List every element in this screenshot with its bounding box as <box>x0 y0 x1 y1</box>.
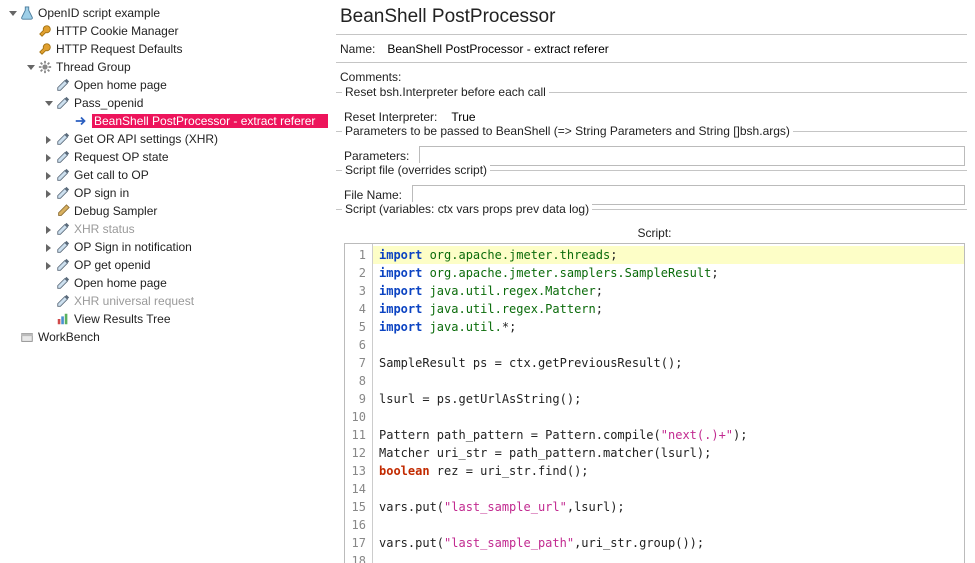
pipette-icon <box>55 77 71 93</box>
disclosure-triangle-icon <box>42 205 54 217</box>
tree-node-label: BeanShell PostProcessor - extract refere… <box>92 114 328 128</box>
comments-label: Comments: <box>340 70 401 84</box>
tree-node[interactable]: Open home page <box>2 274 328 292</box>
tree-node[interactable]: View Results Tree <box>2 310 328 328</box>
code-body[interactable]: import org.apache.jmeter.threads;import … <box>373 244 964 563</box>
panel-title: BeanShell PostProcessor <box>336 4 967 34</box>
tree-node[interactable]: XHR universal request <box>2 292 328 310</box>
disclosure-triangle-icon <box>42 313 54 325</box>
pipette-icon <box>55 239 71 255</box>
params-group-legend: Parameters to be passed to BeanShell (=>… <box>342 124 793 138</box>
file-group-legend: Script file (overrides script) <box>342 163 490 177</box>
disclosure-triangle-icon <box>6 331 18 343</box>
tree-node-label: WorkBench <box>38 330 328 344</box>
wrench-icon <box>37 41 53 57</box>
pipette-icon <box>55 293 71 309</box>
tree-node[interactable]: Get OR API settings (XHR) <box>2 130 328 148</box>
line-gutter: 123456789101112131415161718 <box>345 244 373 563</box>
test-plan-tree[interactable]: OpenID script example HTTP Cookie Manager… <box>0 0 328 563</box>
tree-node-label: XHR status <box>74 222 328 236</box>
name-input[interactable] <box>383 39 967 59</box>
box-icon <box>19 329 35 345</box>
tree-node-label: View Results Tree <box>74 312 328 326</box>
tree-node-label: Get OR API settings (XHR) <box>74 132 328 146</box>
gear-icon <box>37 59 53 75</box>
tree-node-label: HTTP Cookie Manager <box>56 24 328 38</box>
script-group-legend: Script (variables: ctx vars props prev d… <box>342 202 592 216</box>
editor-panel: BeanShell PostProcessor Name: Comments: … <box>328 0 975 563</box>
arrow-icon <box>73 113 89 129</box>
tree-node-label: Pass_openid <box>74 96 328 110</box>
script-editor[interactable]: 123456789101112131415161718 import org.a… <box>344 243 965 563</box>
disclosure-triangle-icon <box>42 295 54 307</box>
disclosure-triangle-icon <box>24 43 36 55</box>
tree-node-label: Open home page <box>74 276 328 290</box>
script-head-label: Script: <box>344 224 965 243</box>
tree-node[interactable]: Thread Group <box>2 58 328 76</box>
tree-node-label: OpenID script example <box>38 6 328 20</box>
disclosure-triangle-icon[interactable] <box>42 97 54 109</box>
tree-node-label: OP Sign in notification <box>74 240 328 254</box>
comments-input[interactable] <box>409 67 967 87</box>
pipette-icon <box>55 131 71 147</box>
tree-node[interactable]: HTTP Cookie Manager <box>2 22 328 40</box>
tree-node[interactable]: OP Sign in notification <box>2 238 328 256</box>
tree-node[interactable]: XHR status <box>2 220 328 238</box>
disclosure-triangle-icon <box>42 79 54 91</box>
tree-node-label: Request OP state <box>74 150 328 164</box>
tree-node[interactable]: WorkBench <box>2 328 328 346</box>
tree-node-label: Thread Group <box>56 60 328 74</box>
reset-group-legend: Reset bsh.Interpreter before each call <box>342 85 549 99</box>
disclosure-triangle-icon <box>42 277 54 289</box>
tree-node[interactable]: Get call to OP <box>2 166 328 184</box>
flask-icon <box>19 5 35 21</box>
file-label: File Name: <box>344 188 402 202</box>
tree-node[interactable]: Debug Sampler <box>2 202 328 220</box>
disclosure-triangle-icon[interactable] <box>42 169 54 181</box>
params-label: Parameters: <box>344 149 409 163</box>
tree-node[interactable]: OP get openid <box>2 256 328 274</box>
tree-node-label: XHR universal request <box>74 294 328 308</box>
pipette-icon <box>55 185 71 201</box>
pipette-icon <box>55 167 71 183</box>
tree-node-label: OP get openid <box>74 258 328 272</box>
disclosure-triangle-icon[interactable] <box>42 151 54 163</box>
tree-node-label: Debug Sampler <box>74 204 328 218</box>
pipette-icon <box>55 95 71 111</box>
tree-node[interactable]: Request OP state <box>2 148 328 166</box>
tree-node-label: Open home page <box>74 78 328 92</box>
tree-node-label: OP sign in <box>74 186 328 200</box>
tree-node[interactable]: OpenID script example <box>2 4 328 22</box>
name-field-row: Name: <box>336 34 967 62</box>
tree-node[interactable]: BeanShell PostProcessor - extract refere… <box>2 112 328 130</box>
tree-node-label: Get call to OP <box>74 168 328 182</box>
pencil-icon <box>55 203 71 219</box>
wrench-icon <box>37 23 53 39</box>
params-input[interactable] <box>419 146 965 166</box>
pipette-icon <box>55 149 71 165</box>
tree-node[interactable]: Pass_openid <box>2 94 328 112</box>
name-label: Name: <box>340 42 375 56</box>
pipette-icon <box>55 275 71 291</box>
disclosure-triangle-icon[interactable] <box>42 259 54 271</box>
pipette-icon <box>55 257 71 273</box>
tree-node[interactable]: OP sign in <box>2 184 328 202</box>
tree-node[interactable]: HTTP Request Defaults <box>2 40 328 58</box>
disclosure-triangle-icon[interactable] <box>42 241 54 253</box>
tree-node-label: HTTP Request Defaults <box>56 42 328 56</box>
disclosure-triangle-icon[interactable] <box>6 7 18 19</box>
disclosure-triangle-icon <box>60 115 72 127</box>
disclosure-triangle-icon <box>24 25 36 37</box>
script-group: Script (variables: ctx vars props prev d… <box>336 209 967 563</box>
disclosure-triangle-icon[interactable] <box>42 133 54 145</box>
pipette-icon <box>55 221 71 237</box>
reset-label: Reset Interpreter: <box>344 110 437 124</box>
disclosure-triangle-icon[interactable] <box>24 61 36 73</box>
tree-node[interactable]: Open home page <box>2 76 328 94</box>
disclosure-triangle-icon[interactable] <box>42 187 54 199</box>
disclosure-triangle-icon[interactable] <box>42 223 54 235</box>
chart-icon <box>55 311 71 327</box>
